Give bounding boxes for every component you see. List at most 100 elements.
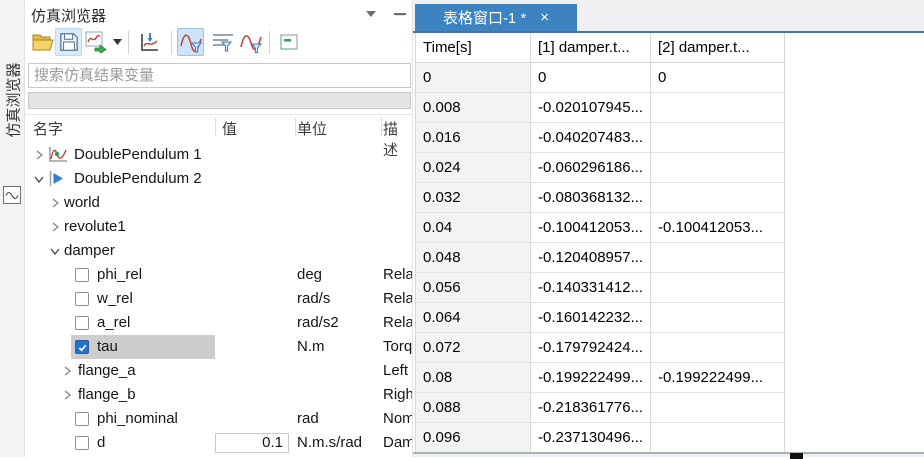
horizontal-scrollbar[interactable] [413, 452, 924, 459]
column-header[interactable]: [1] damper.t... [531, 33, 651, 63]
chevron-right-icon[interactable] [49, 221, 61, 233]
chevron-right-icon[interactable] [61, 365, 73, 377]
tree-row[interactable]: damper [25, 239, 412, 263]
table-row[interactable]: 0.08 -0.199222499... -0.199222499... [415, 363, 785, 393]
export-plot-button[interactable] [82, 28, 109, 56]
value-cell[interactable]: -0.160142232... [531, 303, 651, 333]
tree-row[interactable]: d 0.1 N.m.s/rad Dam [25, 431, 412, 455]
table-row[interactable]: 0.04 -0.100412053... -0.100412053... [415, 213, 785, 243]
panel-dropdown-button[interactable] [363, 7, 379, 21]
table-row[interactable]: 0.088 -0.218361776... [415, 393, 785, 423]
tab-table-window-1[interactable]: 表格窗口-1 * × [415, 4, 577, 31]
tree-row[interactable]: world [25, 191, 412, 215]
value-cell[interactable] [651, 303, 785, 333]
close-icon[interactable]: × [540, 10, 549, 25]
table-row[interactable]: 0.032 -0.080368132... [415, 183, 785, 213]
value-cell[interactable]: -0.179792424... [531, 333, 651, 363]
table-row[interactable]: 0.096 -0.237130496... [415, 423, 785, 453]
search-input[interactable] [28, 63, 411, 88]
time-cell[interactable]: 0.064 [415, 303, 531, 333]
save-button[interactable] [55, 28, 82, 56]
value-cell[interactable] [651, 333, 785, 363]
value-cell[interactable]: -0.100412053... [651, 213, 785, 243]
column-header-unit[interactable]: 单位 [297, 118, 327, 139]
value-cell[interactable] [651, 393, 785, 423]
tree-row[interactable]: DoublePendulum 2 [25, 167, 412, 191]
table-row[interactable]: 0.064 -0.160142232... [415, 303, 785, 333]
time-cell[interactable]: 0.024 [415, 153, 531, 183]
value-cell[interactable] [651, 423, 785, 453]
value-cell[interactable]: -0.060296186... [531, 153, 651, 183]
column-header-name[interactable]: 名字 [33, 118, 63, 139]
open-folder-button[interactable] [29, 28, 56, 56]
checkbox-unchecked[interactable] [75, 436, 89, 450]
value-cell[interactable]: -0.020107945... [531, 93, 651, 123]
time-cell[interactable]: 0.08 [415, 363, 531, 393]
time-cell[interactable]: 0.016 [415, 123, 531, 153]
table-row[interactable]: 0.016 -0.040207483... [415, 123, 785, 153]
tree-row[interactable]: flange_b Righ [25, 383, 412, 407]
tree-row[interactable]: revolute1 [25, 215, 412, 239]
chevron-down-icon[interactable] [33, 173, 45, 185]
value-cell[interactable]: 0 [651, 63, 785, 93]
collapse-box-button[interactable] [275, 28, 302, 56]
checkbox-unchecked[interactable] [75, 412, 89, 426]
time-cell[interactable]: 0.072 [415, 333, 531, 363]
value-cell[interactable] [651, 183, 785, 213]
time-cell[interactable]: 0.008 [415, 93, 531, 123]
value-cell[interactable]: -0.218361776... [531, 393, 651, 423]
value-cell[interactable]: 0 [531, 63, 651, 93]
tree-row[interactable]: flange_a Left [25, 359, 412, 383]
column-header-value[interactable]: 值 [222, 118, 237, 139]
column-header[interactable]: Time[s] [415, 33, 531, 63]
tree-row[interactable]: w_rel rad/s Rela [25, 287, 412, 311]
plot-probe-button[interactable] [136, 28, 163, 56]
value-cell[interactable]: -0.199222499... [651, 363, 785, 393]
chevron-right-icon[interactable] [33, 149, 45, 161]
filter-curve-alt-button[interactable] [237, 28, 264, 56]
time-cell[interactable]: 0.032 [415, 183, 531, 213]
value-cell[interactable]: -0.080368132... [531, 183, 651, 213]
checkbox-unchecked[interactable] [75, 268, 89, 282]
table-row[interactable]: 0.072 -0.179792424... [415, 333, 785, 363]
chevron-down-icon[interactable] [49, 245, 61, 257]
sine-wave-icon[interactable] [3, 186, 21, 204]
time-cell[interactable]: 0.056 [415, 273, 531, 303]
chevron-right-icon[interactable] [61, 389, 73, 401]
export-dropdown-button[interactable] [113, 39, 122, 45]
filter-curve-button[interactable] [177, 28, 204, 56]
time-cell[interactable]: 0.088 [415, 393, 531, 423]
value-cell[interactable]: -0.140331412... [531, 273, 651, 303]
time-cell[interactable]: 0.04 [415, 213, 531, 243]
value-cell[interactable] [651, 243, 785, 273]
tree-row[interactable]: DoublePendulum 1 [25, 143, 412, 167]
value-field[interactable]: 0.1 [215, 433, 289, 453]
value-cell[interactable]: -0.040207483... [531, 123, 651, 153]
time-cell[interactable]: 0.096 [415, 423, 531, 453]
table-row[interactable]: 0.008 -0.020107945... [415, 93, 785, 123]
scrollbar-thumb[interactable] [790, 453, 803, 459]
filter-lines-button[interactable] [209, 28, 236, 56]
table-row[interactable]: 0.048 -0.120408957... [415, 243, 785, 273]
value-cell[interactable]: -0.199222499... [531, 363, 651, 393]
value-cell[interactable] [651, 123, 785, 153]
tree-row[interactable]: tau N.m Torq [25, 335, 412, 359]
table-row[interactable]: 0.024 -0.060296186... [415, 153, 785, 183]
time-cell[interactable]: 0 [415, 63, 531, 93]
tree-row[interactable]: a_rel rad/s2 Rela [25, 311, 412, 335]
value-cell[interactable]: -0.120408957... [531, 243, 651, 273]
table-row[interactable]: 0.056 -0.140331412... [415, 273, 785, 303]
value-cell[interactable]: -0.100412053... [531, 213, 651, 243]
value-cell[interactable] [651, 93, 785, 123]
dock-tab-simulation-browser[interactable]: 仿真浏览器 [3, 62, 24, 137]
tree-row[interactable]: phi_rel deg Rela [25, 263, 412, 287]
time-cell[interactable]: 0.048 [415, 243, 531, 273]
column-header[interactable]: [2] damper.t... [651, 33, 785, 63]
value-cell[interactable] [651, 153, 785, 183]
tree-row[interactable]: phi_nominal rad Nom [25, 407, 412, 431]
table-row[interactable]: 000 [415, 63, 785, 93]
value-cell[interactable]: -0.237130496... [531, 423, 651, 453]
checkbox-checked[interactable] [75, 340, 89, 354]
panel-minimize-button[interactable] [392, 7, 408, 21]
value-cell[interactable] [651, 273, 785, 303]
